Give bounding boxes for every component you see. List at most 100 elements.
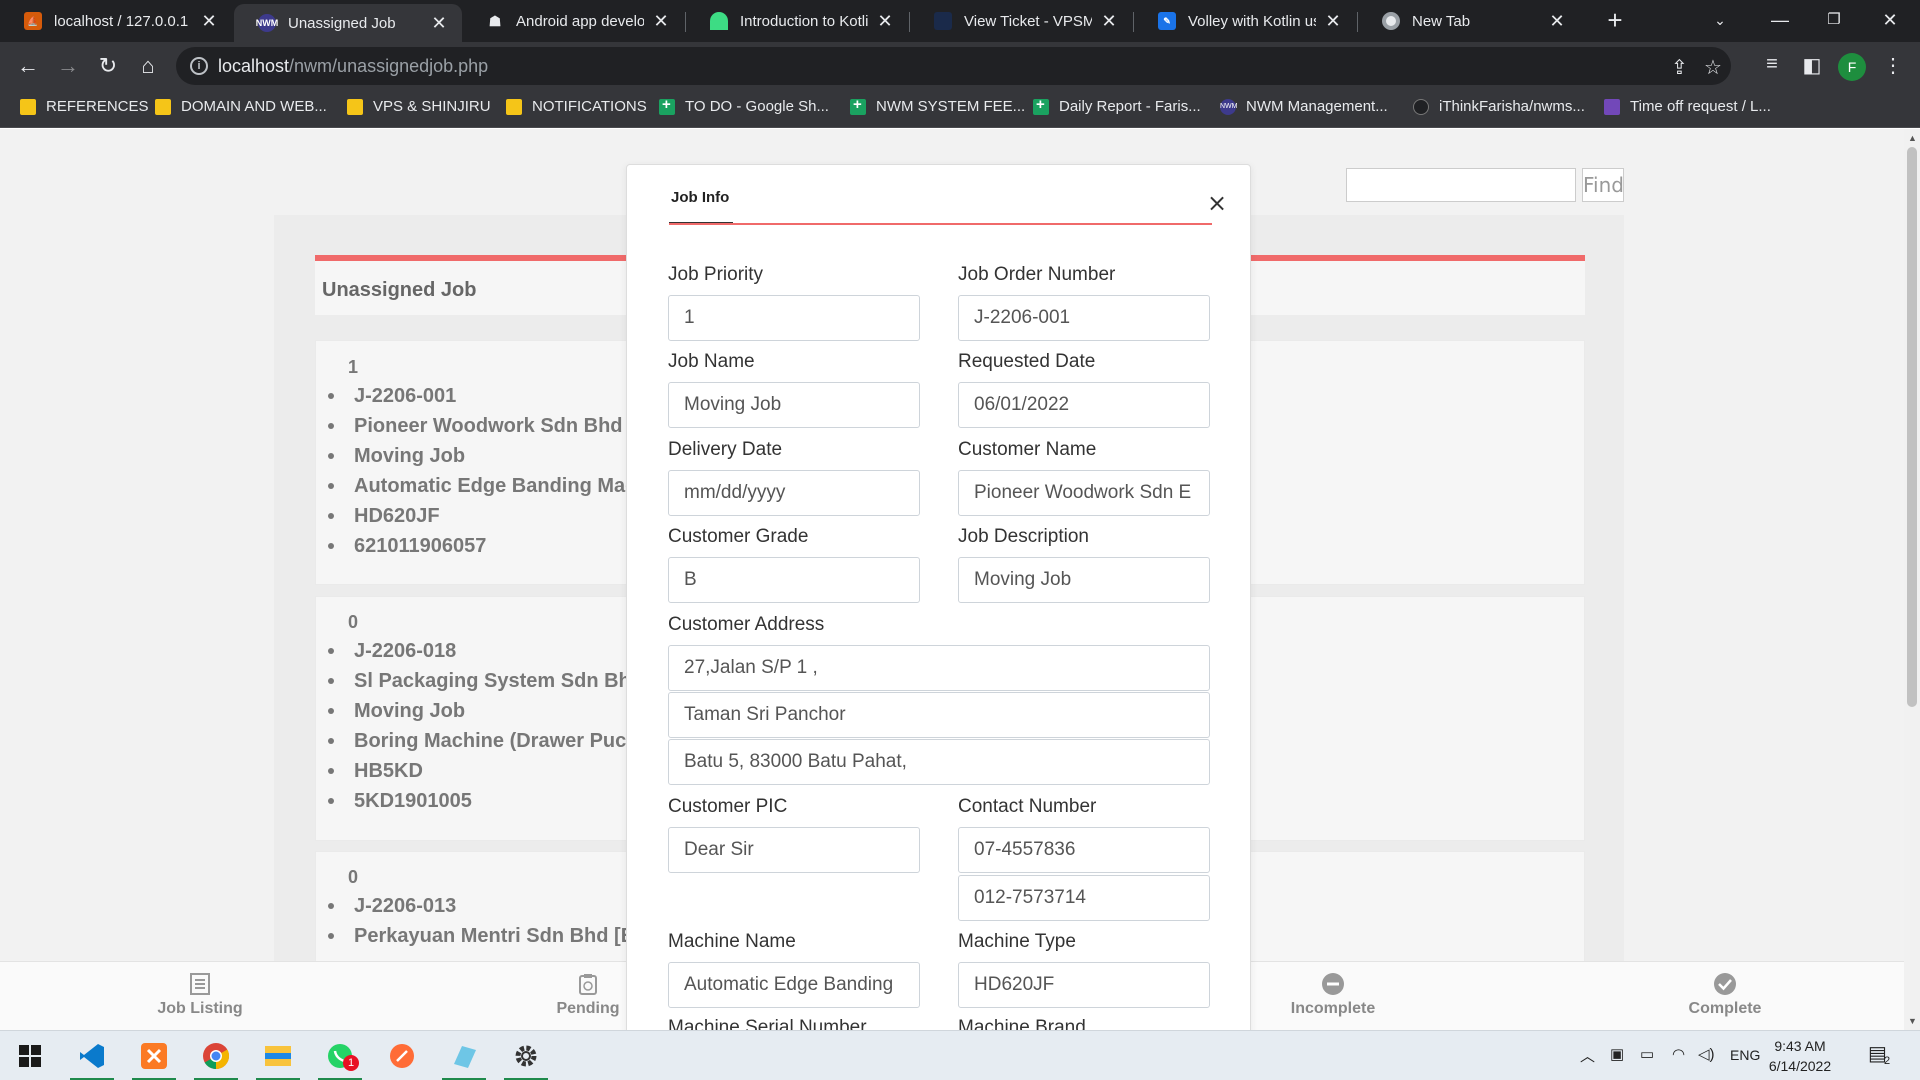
tab-unassigned-job[interactable]: NWM Unassigned Job ✕ [234,4,462,42]
chrome-icon[interactable] [186,1031,246,1080]
customer-address-line1-field[interactable]: 27,Jalan S/P 1 , [668,645,1210,691]
scrollbar-thumb[interactable] [1907,147,1917,707]
customer-name-label: Customer Name [958,439,1097,460]
contact-number-field-1[interactable]: 07-4557836 [958,827,1210,873]
postman-icon[interactable] [372,1031,432,1080]
bookmark-references[interactable]: REFERENCES [20,98,149,115]
xampp-icon[interactable] [124,1031,184,1080]
page-scrollbar[interactable]: ▲ ▼ [1904,129,1920,1030]
tab-android-app[interactable]: ☗ Android app developr ✕ [462,0,684,42]
meet-now-icon[interactable]: ▣ [1610,1045,1624,1063]
folder-icon [506,98,522,115]
bookmark-nwm-system[interactable]: NWM SYSTEM FEE... [850,96,1025,115]
tab-kotlin[interactable]: Introduction to Kotlin ✕ [686,0,908,42]
customer-name-field[interactable]: Pioneer Woodwork Sdn E [958,470,1210,516]
find-button[interactable]: Find [1582,168,1624,202]
window-close-button[interactable]: ✕ [1862,0,1918,40]
tab-view-ticket[interactable]: View Ticket - VPSMala ✕ [910,0,1132,42]
search-input[interactable] [1346,168,1576,202]
list-item: Boring Machine (Drawer Pucl [328,726,643,756]
minimize-button[interactable]: — [1752,0,1808,40]
file-explorer-icon[interactable] [248,1031,308,1080]
close-icon[interactable]: ✕ [430,13,448,34]
job-order-number-field[interactable]: J-2206-001 [958,295,1210,341]
notepad-icon[interactable] [434,1031,494,1080]
delivery-date-field[interactable]: mm/dd/yyyy [668,470,920,516]
home-button[interactable]: ⌂ [130,48,166,84]
tab-volley-kotlin[interactable]: ✎ Volley with Kotlin usin ✕ [1134,0,1356,42]
restore-button[interactable]: ❐ [1806,0,1862,40]
job-priority: 0 [348,867,359,887]
scroll-up-arrow[interactable]: ▲ [1908,133,1917,143]
modal-close-button[interactable]: × [1207,189,1227,217]
site-info-icon[interactable]: i [190,57,208,75]
list-item: 5KD1901005 [328,786,643,816]
close-icon[interactable]: ✕ [200,11,218,32]
customer-address-line2-field[interactable]: Taman Sri Panchor [668,692,1210,738]
machine-type-field[interactable]: HD620JF [958,962,1210,1008]
job-description-field[interactable]: Moving Job [958,557,1210,603]
nav-label: Incomplete [1290,1000,1376,1017]
url-text[interactable]: localhost/nwm/unassignedjob.php [218,56,488,77]
side-panel-icon[interactable]: ◧ [1799,53,1825,78]
windows-start-icon[interactable] [0,1031,60,1080]
more-menu-icon[interactable]: ⋮ [1880,53,1906,78]
forward-button[interactable]: → [50,48,86,84]
close-icon[interactable]: ✕ [1324,11,1342,32]
bookmark-nwm-management[interactable]: NWM NWM Management... [1220,98,1388,115]
battery-icon[interactable]: ▭ [1640,1045,1654,1063]
bookmark-daily-report[interactable]: Daily Report - Faris... [1033,96,1201,115]
modal-divider [669,223,1212,225]
vscode-icon[interactable] [62,1031,122,1080]
tab-title: Android app developr [516,12,644,30]
system-clock[interactable]: 9:43 AM 6/14/2022 [1760,1036,1840,1076]
bookmark-notifications[interactable]: NOTIFICATIONS [506,98,647,115]
nav-incomplete[interactable]: Incomplete [1233,962,1433,1030]
bookmark-todo-sheet[interactable]: TO DO - Google Sh... [659,96,829,115]
nav-complete[interactable]: Complete [1625,962,1825,1030]
customer-pic-field[interactable]: Dear Sir [668,827,920,873]
share-icon[interactable]: ⇪ [1671,55,1688,80]
bookmark-time-off[interactable]: Time off request / L... [1604,98,1771,115]
volume-icon[interactable]: ◁) [1698,1045,1715,1063]
bookmark-label: REFERENCES [46,98,149,115]
tab-new-tab[interactable]: New Tab ✕ [1358,0,1580,42]
bookmark-label: Time off request / L... [1630,98,1771,115]
customer-grade-field[interactable]: B [668,557,920,603]
machine-type-label: Machine Type [958,931,1076,952]
bookmark-vps-shinjiru[interactable]: VPS & SHINJIRU [347,98,491,115]
job-name-field[interactable]: Moving Job [668,382,920,428]
bookmark-github[interactable]: iThinkFarisha/nwms... [1413,98,1585,115]
contact-number-field-2[interactable]: 012-7573714 [958,875,1210,921]
tab-search-button[interactable]: ⌄ [1692,0,1748,40]
close-icon[interactable]: ✕ [1100,11,1118,32]
new-tab-button[interactable]: + [1600,6,1630,36]
tab-phpmyadmin[interactable]: ⛵ localhost / 127.0.0.1 / ✕ [0,0,232,42]
settings-icon[interactable] [496,1031,556,1080]
profile-avatar[interactable]: F [1838,53,1866,81]
close-icon[interactable]: ✕ [652,11,670,32]
language-indicator[interactable]: ENG [1730,1047,1760,1063]
machine-name-field[interactable]: Automatic Edge Banding [668,962,920,1008]
close-icon[interactable]: ✕ [876,11,894,32]
address-bar[interactable]: i localhost/nwm/unassignedjob.php ⇪ ☆ [176,47,1731,85]
media-control-icon[interactable]: ≡ [1759,53,1785,76]
tab-job-info[interactable]: Job Info [671,189,729,206]
bookmark-star-icon[interactable]: ☆ [1704,55,1722,80]
nav-job-listing[interactable]: Job Listing [100,962,300,1030]
scroll-down-arrow[interactable]: ▼ [1908,1016,1917,1026]
browser-tab-strip: ⛵ localhost / 127.0.0.1 / ✕ NWM Unassign… [0,0,1920,42]
wifi-icon[interactable]: ◠ [1672,1045,1685,1063]
bookmark-label: TO DO - Google Sh... [685,98,829,115]
whatsapp-icon[interactable]: 1 [310,1031,370,1080]
list-item: Pioneer Woodwork Sdn Bhd [ [328,411,636,441]
job-order-number-label: Job Order Number [958,264,1116,285]
job-priority-field[interactable]: 1 [668,295,920,341]
close-icon[interactable]: ✕ [1548,11,1566,32]
customer-address-line3-field[interactable]: Batu 5, 83000 Batu Pahat, [668,739,1210,785]
bookmark-domain-and-web[interactable]: DOMAIN AND WEB... [155,98,327,115]
requested-date-field[interactable]: 06/01/2022 [958,382,1210,428]
reload-button[interactable]: ↻ [90,48,126,84]
back-button[interactable]: ← [10,48,46,84]
show-hidden-icons-icon[interactable]: ︿ [1580,1045,1595,1066]
